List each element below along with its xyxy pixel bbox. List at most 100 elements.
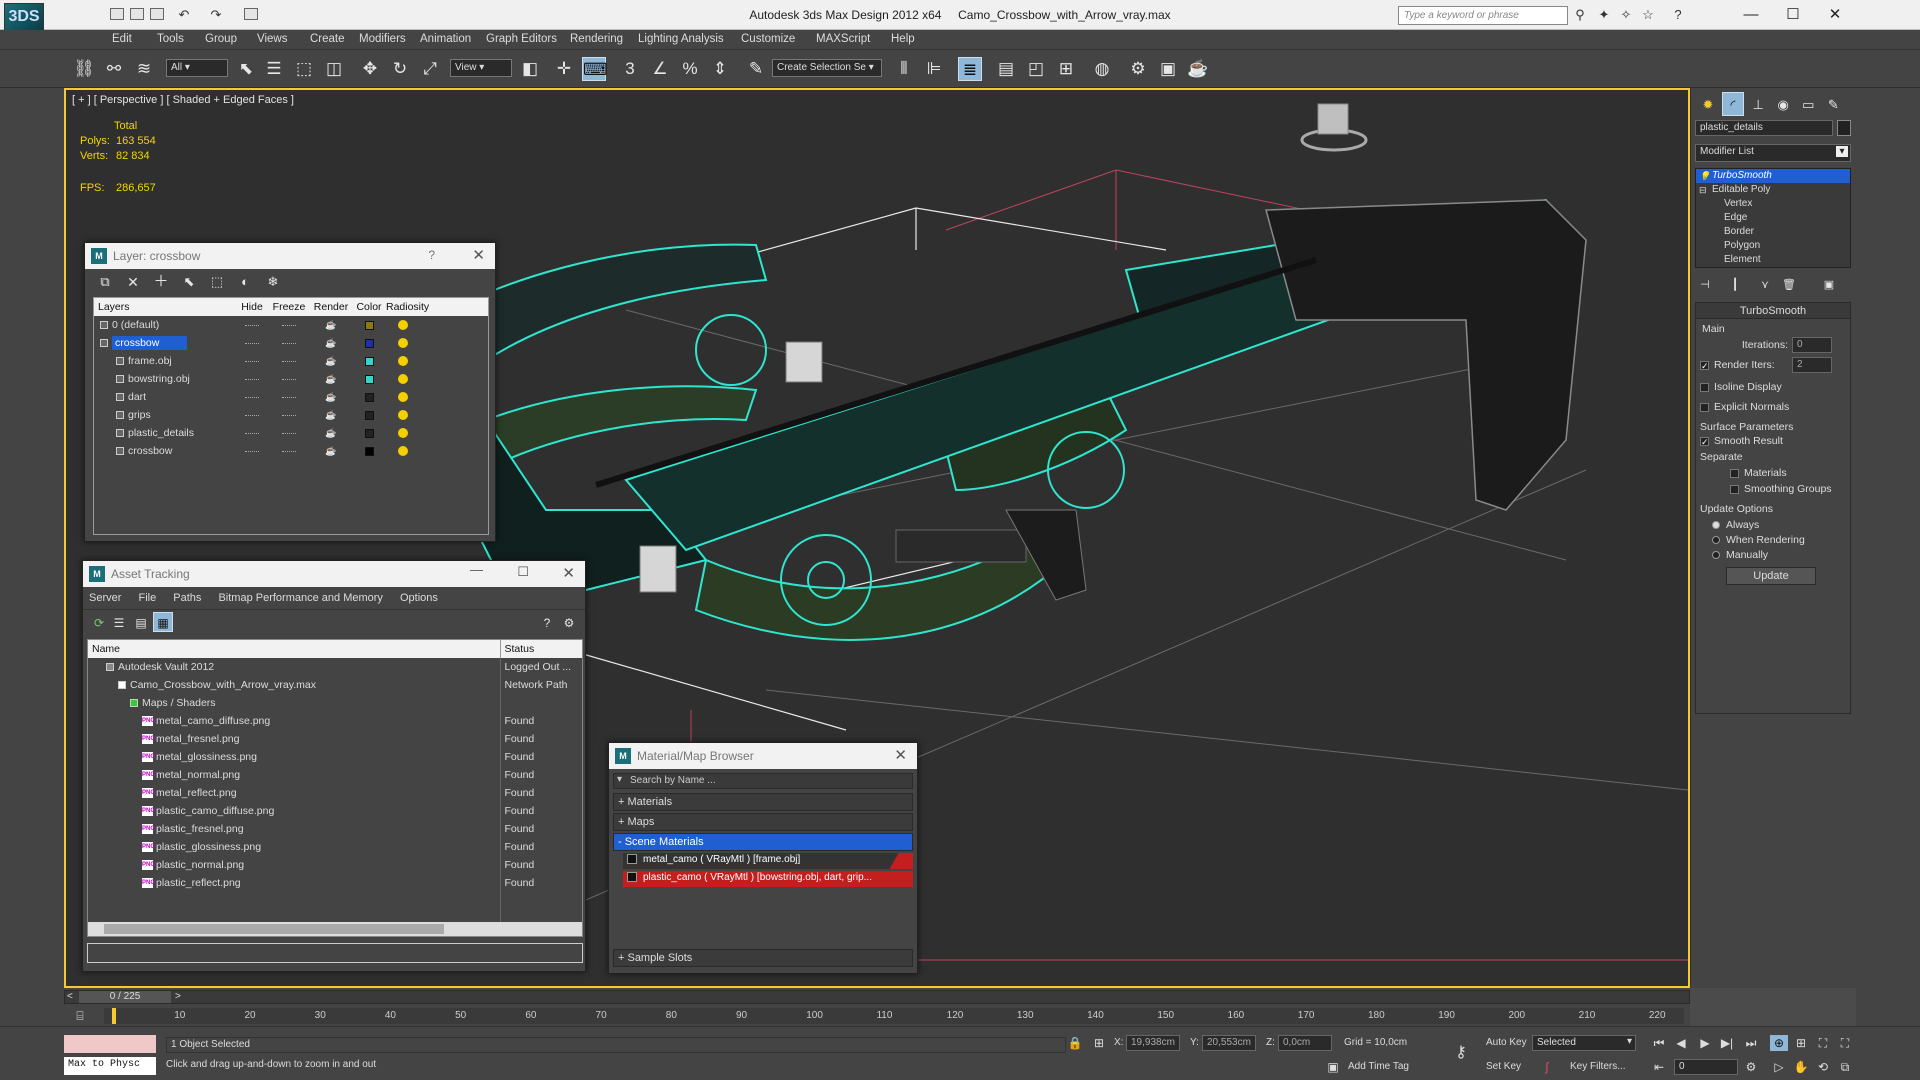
app-logo[interactable]: 3DS [4, 3, 44, 31]
menu-customize[interactable]: Customize [741, 33, 795, 45]
layer-row[interactable]: frame.obj ☕ [94, 352, 488, 370]
render-production-icon[interactable]: ☕ [1186, 57, 1210, 81]
maximize-button[interactable]: ☐ [1778, 4, 1808, 26]
explicit-normals-checkbox[interactable] [1700, 402, 1709, 412]
lock-selection-icon[interactable]: 🔒 [1066, 1035, 1084, 1051]
save-file-icon[interactable] [150, 8, 164, 20]
orbit-icon[interactable]: ⟲ [1814, 1059, 1832, 1075]
rollout-title[interactable]: TurboSmooth [1696, 303, 1850, 319]
isoline-display-checkbox[interactable] [1700, 382, 1709, 392]
close-icon[interactable]: ✕ [472, 246, 485, 264]
menu-maxscript[interactable]: MAXScript [816, 33, 870, 45]
layer-name[interactable]: grips [128, 409, 151, 421]
select-and-link-icon[interactable]: ⛓ [72, 57, 96, 81]
asset-row[interactable]: PNGmetal_normal.png Found [88, 766, 582, 784]
modify-tab-icon[interactable]: ◜ [1722, 92, 1745, 116]
show-end-result-icon[interactable]: ┃ [1725, 276, 1745, 294]
modifier-stack-item[interactable]: 💡 TurboSmooth [1696, 169, 1850, 183]
asset-row[interactable]: PNGplastic_fresnel.png Found [88, 820, 582, 838]
modifier-stack-item[interactable]: Edge [1696, 211, 1850, 225]
hide-toggle[interactable] [245, 378, 259, 380]
layer-name[interactable]: crossbow [128, 445, 172, 457]
menu-lighting-analysis[interactable]: Lighting Analysis [638, 33, 724, 45]
separate-smoothing-groups-checkbox[interactable] [1730, 484, 1739, 494]
hierarchy-tab-icon[interactable]: ⊥ [1747, 93, 1769, 117]
render-toggle-icon[interactable]: ☕ [310, 406, 352, 424]
render-iters-spinner[interactable]: 2 [1792, 357, 1832, 373]
select-highlighted-icon[interactable]: ⬉ [177, 270, 201, 294]
layer-row[interactable]: crossbow ☕ [94, 334, 488, 352]
key-mode-toggle-icon[interactable]: ⇤ [1650, 1059, 1668, 1075]
zoom-all-icon[interactable]: ⊞ [1792, 1035, 1810, 1051]
align-icon[interactable]: ⊫ [922, 57, 946, 81]
iterations-spinner[interactable]: 0 [1792, 337, 1832, 353]
go-to-start-icon[interactable]: ⏮ [1650, 1035, 1668, 1051]
close-icon[interactable]: ✕ [562, 564, 575, 582]
asset-row[interactable]: Maps / Shaders [88, 694, 582, 712]
y-coordinate-field[interactable]: 20,553cm [1202, 1035, 1256, 1051]
selection-filter-dropdown[interactable]: All ▾ [166, 59, 228, 77]
table-view-icon[interactable]: ▦ [153, 612, 173, 632]
asset-menu-server[interactable]: Server [89, 592, 121, 604]
rendered-frame-window-icon[interactable]: ▣ [1156, 57, 1180, 81]
render-setup-icon[interactable]: ⚙ [1126, 57, 1150, 81]
radiosity-bulb-icon[interactable] [398, 374, 408, 385]
favorites-icon[interactable]: ☆ [1640, 7, 1656, 23]
freeze-toggle[interactable] [282, 342, 296, 344]
minimize-icon[interactable]: — [470, 562, 483, 577]
layer-color-swatch[interactable] [364, 392, 374, 402]
project-folder-icon[interactable] [244, 8, 258, 20]
materials-group[interactable]: + Materials [613, 793, 913, 811]
modifier-list-dropdown[interactable]: Modifier List ▾ [1695, 144, 1851, 162]
layer-name[interactable]: dart [128, 391, 146, 403]
radiosity-bulb-icon[interactable] [398, 338, 408, 349]
curve-editor-icon[interactable]: ◰ [1024, 57, 1048, 81]
modifier-stack-item[interactable]: Border [1696, 225, 1850, 239]
asset-menu-file[interactable]: File [138, 592, 156, 604]
undo-icon[interactable]: ↶ [176, 7, 192, 23]
render-toggle-icon[interactable]: ☕ [310, 316, 352, 334]
time-slider-prev-icon[interactable]: < [67, 991, 73, 1002]
layer-row[interactable]: dart ☕ [94, 388, 488, 406]
freeze-toggle[interactable] [282, 414, 296, 416]
freeze-toggle[interactable] [282, 432, 296, 434]
field-of-view-icon[interactable]: ▷ [1770, 1059, 1788, 1075]
window-crossing-icon[interactable]: ◫ [322, 57, 346, 81]
col-color[interactable]: Color [352, 298, 386, 316]
freeze-toggle[interactable] [282, 378, 296, 380]
auto-key-button[interactable]: Auto Key [1486, 1037, 1527, 1048]
asset-path-field[interactable] [87, 943, 583, 963]
hide-toggle[interactable] [245, 432, 259, 434]
viewcube-icon[interactable] [1300, 103, 1368, 152]
set-key-button[interactable]: Set Key [1486, 1061, 1521, 1072]
highlight-selected-icon[interactable]: ⬚ [205, 270, 229, 294]
angle-snap-icon[interactable]: ∠ [648, 57, 672, 81]
menu-animation[interactable]: Animation [420, 33, 471, 45]
layer-name[interactable]: plastic_details [128, 427, 194, 439]
object-name-field[interactable]: plastic_details [1695, 120, 1833, 136]
radiosity-bulb-icon[interactable] [398, 410, 408, 421]
scrollbar-thumb[interactable] [104, 924, 444, 934]
tree-view-icon[interactable]: ▤ [129, 611, 153, 635]
smooth-result-checkbox[interactable] [1700, 436, 1709, 446]
asset-row[interactable]: PNGplastic_normal.png Found [88, 856, 582, 874]
col-hide[interactable]: Hide [236, 298, 268, 316]
separate-materials-checkbox[interactable] [1730, 468, 1739, 478]
key-mode-dropdown[interactable]: Selected ▾ [1532, 1035, 1636, 1051]
utilities-tab-icon[interactable]: ✎ [1822, 93, 1844, 117]
menu-modifiers[interactable]: Modifiers [359, 33, 406, 45]
communication-icon[interactable]: ✧ [1618, 7, 1634, 23]
snaps-toggle-icon[interactable]: 3 [618, 57, 642, 81]
create-tab-icon[interactable]: ✹ [1697, 93, 1719, 117]
asset-row[interactable]: Autodesk Vault 2012 Logged Out ... [88, 658, 582, 676]
unlink-icon[interactable]: ⚯ [102, 57, 126, 81]
asset-help-icon[interactable]: ? [535, 611, 559, 635]
select-and-move-icon[interactable]: ✥ [358, 57, 382, 81]
keyboard-shortcut-override-icon[interactable]: ⌨ [582, 57, 608, 81]
asset-row[interactable]: PNGmetal_reflect.png Found [88, 784, 582, 802]
expand-icon[interactable]: ⊟ [1699, 183, 1707, 197]
render-toggle-icon[interactable]: ☕ [310, 442, 352, 460]
menu-views[interactable]: Views [257, 33, 287, 45]
minimize-button[interactable]: — [1736, 4, 1766, 26]
layer-color-swatch[interactable] [364, 446, 374, 456]
